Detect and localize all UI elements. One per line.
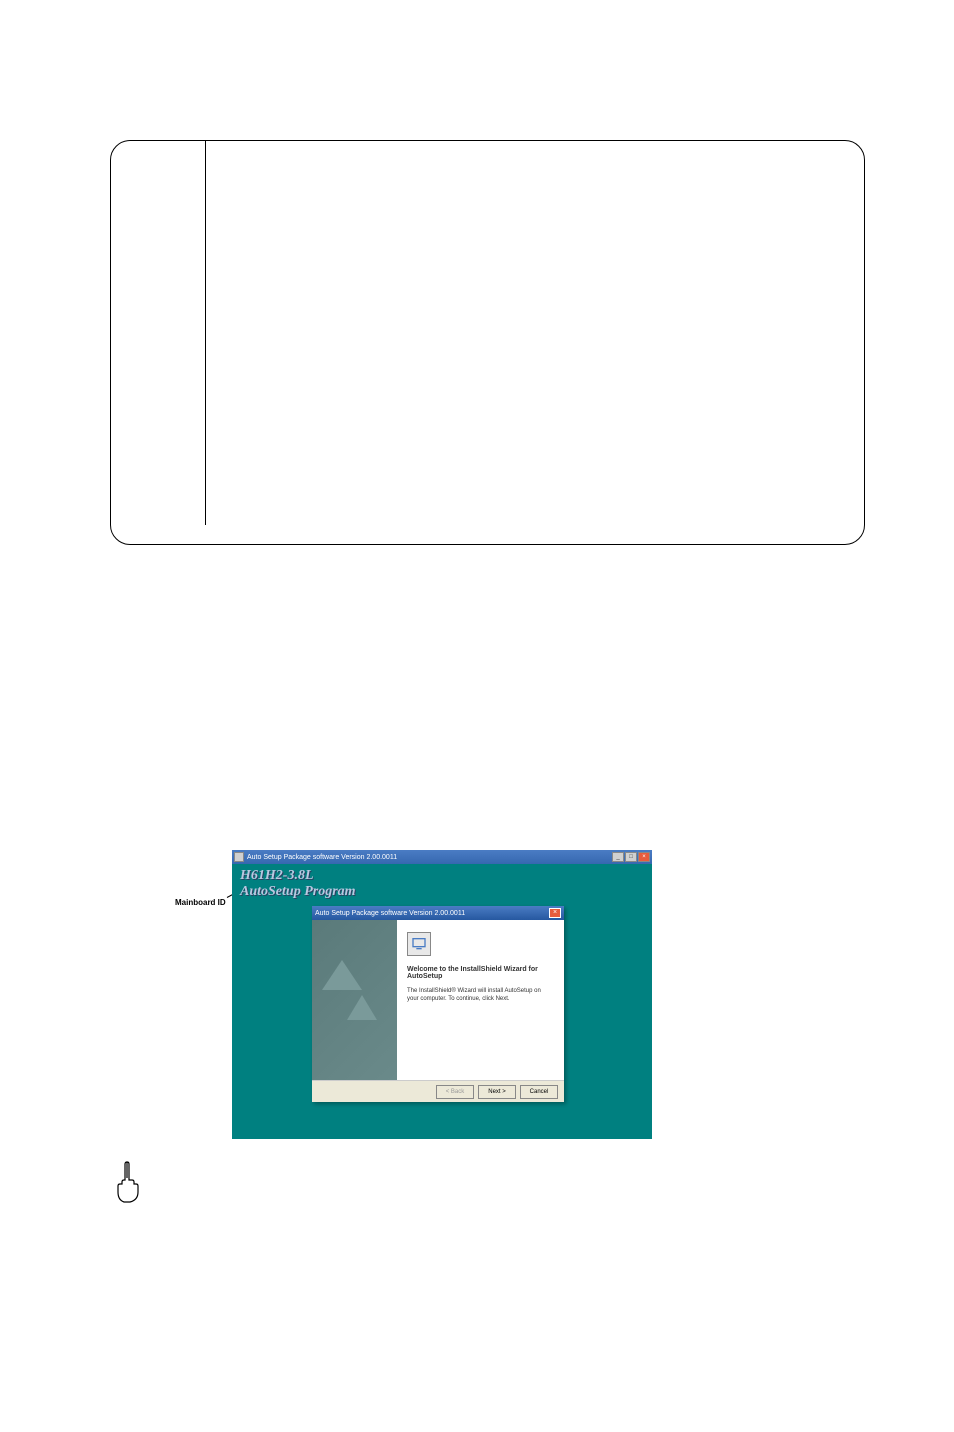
- back-button: < Back: [436, 1085, 474, 1099]
- mainboard-id-label: Mainboard ID: [175, 898, 226, 907]
- window-controls: _ □ ×: [612, 852, 650, 862]
- dialog-titlebar: Auto Setup Package software Version 2.00…: [312, 906, 564, 920]
- install-dialog: Auto Setup Package software Version 2.00…: [312, 906, 564, 1102]
- dialog-title: Auto Setup Package software Version 2.00…: [315, 910, 465, 917]
- computer-icon: [407, 932, 431, 956]
- dialog-body: Welcome to the InstallShield Wizard for …: [312, 920, 564, 1080]
- dialog-main: Welcome to the InstallShield Wizard for …: [397, 920, 564, 1080]
- close-button[interactable]: ×: [638, 852, 650, 862]
- minimize-button[interactable]: _: [612, 852, 624, 862]
- dialog-close-button[interactable]: ×: [549, 908, 561, 918]
- outer-window-title: Auto Setup Package software Version 2.00…: [247, 854, 397, 861]
- app-icon: [234, 852, 244, 862]
- maximize-button[interactable]: □: [625, 852, 637, 862]
- dialog-sidebar: [312, 920, 397, 1080]
- brand-text: H61H2-3.8L AutoSetup Program: [240, 868, 356, 900]
- installshield-logo: [322, 960, 387, 1040]
- box-divider: [205, 140, 206, 525]
- triangle-icon-2: [347, 995, 377, 1020]
- welcome-description: The InstallShield® Wizard will install A…: [407, 988, 554, 1004]
- brand-line1: H61H2-3.8L: [240, 868, 356, 884]
- cancel-button[interactable]: Cancel: [520, 1085, 558, 1099]
- dialog-button-bar: < Back Next > Cancel: [312, 1080, 564, 1102]
- screenshot-container: Auto Setup Package software Version 2.00…: [232, 850, 652, 1139]
- welcome-heading: Welcome to the InstallShield Wizard for …: [407, 966, 554, 980]
- triangle-icon: [322, 960, 362, 990]
- pointing-hand-icon: [110, 1160, 145, 1205]
- brand-line2: AutoSetup Program: [240, 884, 356, 900]
- outer-window: Auto Setup Package software Version 2.00…: [232, 850, 652, 1139]
- outer-titlebar: Auto Setup Package software Version 2.00…: [232, 850, 652, 864]
- info-box: [110, 140, 865, 545]
- next-button[interactable]: Next >: [478, 1085, 516, 1099]
